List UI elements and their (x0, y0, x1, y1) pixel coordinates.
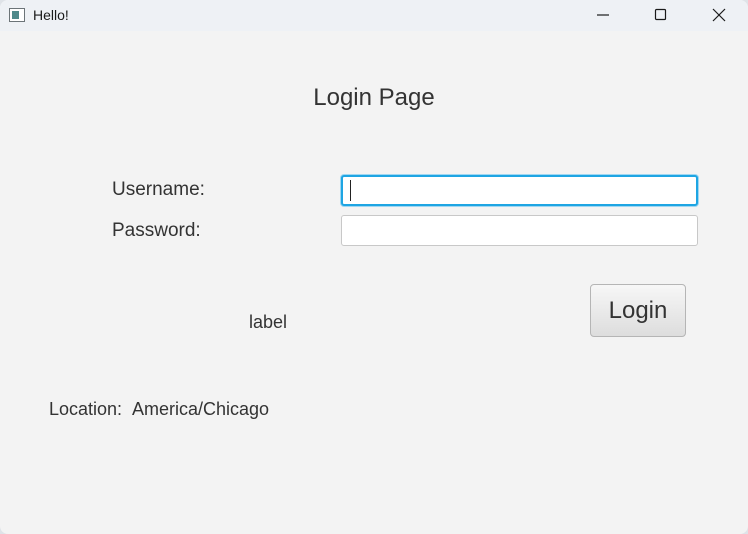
status-label: label (249, 312, 288, 332)
page-title: Login Page (313, 84, 435, 111)
maximize-button[interactable] (632, 0, 688, 31)
username-input[interactable] (341, 175, 698, 206)
location-value: America/Chicago (132, 399, 270, 419)
password-input[interactable] (341, 215, 698, 246)
maximize-icon (654, 8, 667, 21)
app-window-icon (9, 8, 25, 22)
location-label: Location: (49, 399, 123, 419)
close-icon (712, 8, 726, 22)
window-title: Hello! (33, 7, 69, 23)
application-window: Hello! Login Page Username: Password: la… (0, 0, 748, 534)
username-label: Username: (112, 179, 205, 200)
minimize-icon (597, 14, 609, 16)
title-bar[interactable]: Hello! (0, 0, 748, 31)
close-button[interactable] (690, 0, 746, 31)
password-label: Password: (112, 220, 201, 241)
minimize-button[interactable] (574, 0, 630, 31)
login-button[interactable]: Login (590, 284, 686, 337)
text-caret (350, 180, 351, 201)
